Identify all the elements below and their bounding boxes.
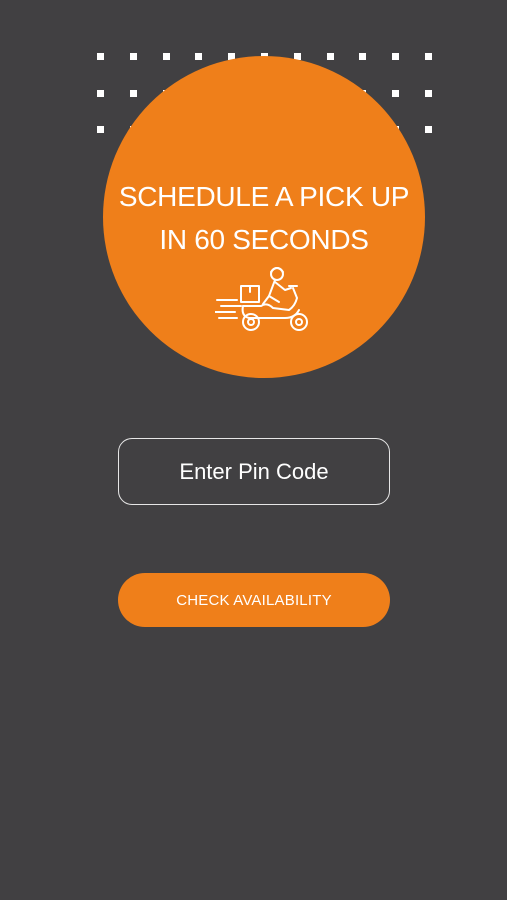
decorative-dot — [97, 53, 104, 60]
decorative-dot — [392, 89, 400, 97]
decorative-dot — [326, 53, 334, 60]
delivery-scooter-icon — [215, 267, 308, 331]
pin-code-input[interactable] — [118, 438, 390, 505]
decorative-dot — [129, 53, 137, 60]
decorative-dot — [129, 89, 137, 97]
hero-title-line2: IN 60 SECONDS — [159, 224, 369, 255]
decorative-dot — [97, 89, 104, 97]
hero-title-line1: SCHEDULE A PICK UP — [118, 181, 410, 212]
decorative-dot — [359, 53, 367, 60]
decorative-dot — [425, 89, 432, 97]
hero-circle: SCHEDULE A PICK UP IN 60 SECONDS — [103, 56, 425, 378]
decorative-dot — [392, 53, 400, 60]
decorative-dot — [162, 53, 170, 60]
decorative-dot — [425, 53, 432, 60]
decorative-dot — [97, 126, 104, 133]
decorative-dot — [425, 126, 432, 133]
check-availability-button[interactable]: CHECK AVAILABILITY — [118, 573, 390, 627]
decorative-dot — [195, 53, 203, 60]
